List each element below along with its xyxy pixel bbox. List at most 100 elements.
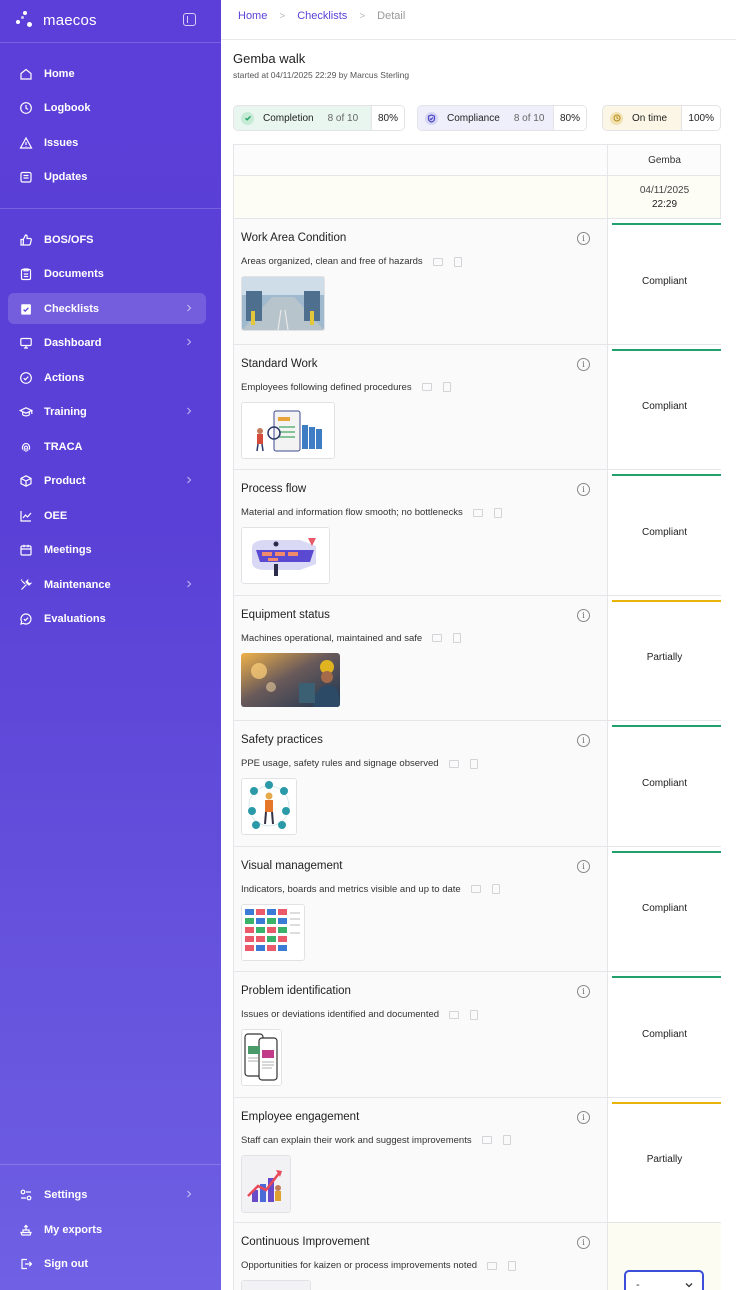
sidebar-item-oee[interactable]: OEE: [8, 500, 206, 531]
question-description-text: Material and information flow smooth; no…: [241, 507, 463, 518]
document-icon[interactable]: [502, 1135, 511, 1145]
status-cell[interactable]: Compliant: [608, 972, 721, 1097]
image-icon[interactable]: [472, 508, 483, 517]
sidebar-item-bos-ofs[interactable]: BOS/OFS: [8, 224, 206, 255]
header-divider: [221, 39, 736, 40]
sidebar-item-maintenance[interactable]: Maintenance: [8, 569, 206, 600]
breadcrumb-checklists[interactable]: Checklists: [297, 10, 347, 22]
brand[interactable]: maecos: [16, 10, 97, 30]
improvement-illustration[interactable]: [241, 1280, 311, 1290]
process-flow-illustration[interactable]: [241, 527, 330, 584]
document-icon[interactable]: [508, 1260, 517, 1271]
sidebar-item-checklists[interactable]: Checklists: [8, 293, 206, 324]
info-icon[interactable]: i: [577, 483, 590, 496]
sidebar-item-training[interactable]: Training: [8, 396, 206, 427]
table-row: Process flow i Material and information …: [234, 470, 721, 596]
info-icon[interactable]: i: [577, 985, 590, 998]
info-icon[interactable]: i: [577, 357, 590, 371]
info-icon[interactable]: i: [577, 859, 590, 873]
document-icon[interactable]: [469, 758, 478, 769]
document-icon[interactable]: [453, 633, 462, 643]
table-row: Employee engagement i Staff can explain …: [234, 1097, 721, 1223]
status-cell[interactable]: Compliant: [608, 344, 721, 469]
sidebar-item-my-exports[interactable]: My exports: [8, 1214, 206, 1245]
sidebar-item-issues[interactable]: Issues: [8, 127, 206, 158]
status-cell[interactable]: Partially: [608, 595, 721, 720]
document-icon[interactable]: [442, 382, 451, 392]
sidebar-item-label: Maintenance: [44, 578, 111, 591]
thumbs-up-icon: [19, 233, 33, 247]
question-description-text: Employees following defined procedures: [241, 381, 412, 393]
document-icon[interactable]: [493, 507, 502, 518]
status-cell[interactable]: Compliant: [608, 846, 721, 971]
image-icon[interactable]: [487, 1261, 498, 1270]
info-icon[interactable]: i: [577, 1236, 590, 1249]
status-cell[interactable]: Partially: [608, 1097, 721, 1222]
image-icon[interactable]: [449, 1010, 460, 1019]
image-icon[interactable]: [421, 383, 432, 391]
sidebar-item-label: TRACA: [44, 440, 83, 453]
status-text: Compliant: [641, 526, 688, 538]
completion-stat: Completion 8 of 10 80%: [233, 105, 405, 131]
image-icon[interactable]: [481, 1136, 492, 1144]
breadcrumb-home[interactable]: Home: [238, 10, 267, 22]
chevron-right-icon: [187, 1190, 192, 1198]
document-icon[interactable]: [491, 884, 500, 894]
column-date-value: 04/11/2025: [639, 184, 690, 196]
document-icon[interactable]: [453, 256, 462, 267]
checklist-icon: [19, 302, 33, 316]
status-cell[interactable]: Compliant: [608, 470, 721, 595]
info-icon[interactable]: i: [577, 232, 590, 245]
shield-check-icon: [425, 111, 438, 125]
info-icon[interactable]: i: [577, 1110, 590, 1124]
status-select[interactable]: -: [624, 1270, 704, 1290]
status-cell[interactable]: Compliant: [608, 219, 721, 344]
updates-icon: [19, 170, 33, 184]
status-cell[interactable]: Compliant: [608, 721, 721, 846]
worker-photo[interactable]: [241, 652, 340, 707]
sidebar-item-dashboard[interactable]: Dashboard: [8, 327, 206, 358]
question-description: Employees following defined procedures: [241, 382, 451, 393]
growth-illustration[interactable]: [241, 1154, 291, 1213]
status-bar: [612, 850, 721, 853]
status-cell: -: [608, 1223, 721, 1290]
image-icon[interactable]: [470, 885, 481, 893]
image-icon[interactable]: [432, 257, 443, 266]
sidebar-item-home[interactable]: Home: [8, 58, 206, 89]
column-date: 04/11/2025 22:29: [608, 176, 721, 219]
sidebar-item-product[interactable]: Product: [8, 465, 206, 496]
breadcrumb-separator-icon: >: [359, 10, 366, 22]
sidebar-item-label: Logbook: [44, 101, 91, 114]
sidebar-item-documents[interactable]: Documents: [8, 258, 206, 289]
status-bar: [612, 348, 721, 351]
sidebar-item-updates[interactable]: Updates: [8, 161, 206, 192]
info-icon[interactable]: i: [577, 734, 590, 747]
sidebar-item-traca[interactable]: TRACA: [8, 431, 206, 462]
table-row: Work Area Condition i Areas organized, c…: [234, 219, 721, 345]
image-icon[interactable]: [448, 759, 459, 768]
info-icon[interactable]: i: [577, 608, 590, 622]
chevron-right-icon: [187, 580, 192, 588]
sidebar-item-actions[interactable]: Actions: [8, 362, 206, 393]
monitor-icon: [19, 336, 33, 350]
document-icon[interactable]: [470, 1009, 479, 1020]
image-icon[interactable]: [432, 634, 443, 642]
sidebar-item-label: Evaluations: [44, 612, 106, 625]
collapse-sidebar-icon[interactable]: [183, 13, 196, 26]
sidebar-item-settings[interactable]: Settings: [8, 1179, 206, 1210]
sidebar-item-meetings[interactable]: Meetings: [8, 534, 206, 565]
warehouse-photo[interactable]: [241, 276, 325, 331]
status-bar: [612, 725, 721, 727]
sidebar-item-sign-out[interactable]: Sign out: [8, 1248, 206, 1279]
chevron-right-icon: [187, 304, 192, 312]
ppe-illustration[interactable]: [241, 778, 297, 835]
status-text: Compliant: [641, 777, 688, 789]
table-row: Problem identification i Issues or devia…: [234, 972, 721, 1098]
board-illustration[interactable]: [241, 903, 305, 961]
sidebar-item-logbook[interactable]: Logbook: [8, 92, 206, 123]
phone-illustration[interactable]: [241, 1029, 282, 1086]
question-description: Areas organized, clean and free of hazar…: [241, 256, 462, 267]
sidebar-item-evaluations[interactable]: Evaluations: [8, 603, 206, 634]
sop-illustration[interactable]: [241, 401, 335, 459]
question-description: PPE usage, safety rules and signage obse…: [241, 758, 478, 769]
